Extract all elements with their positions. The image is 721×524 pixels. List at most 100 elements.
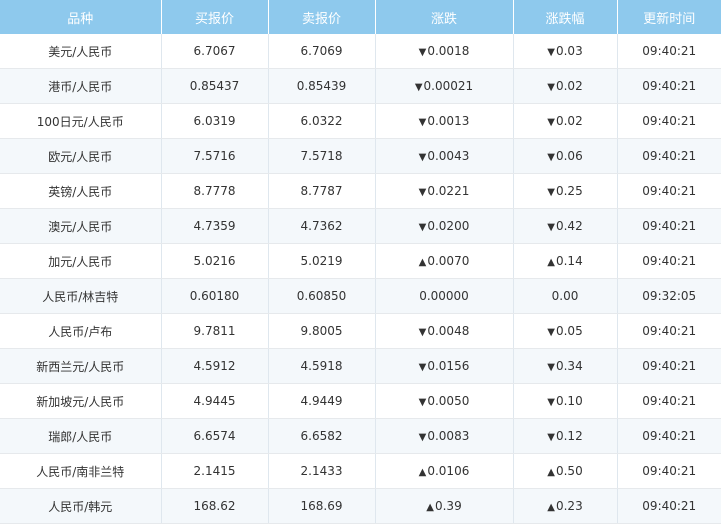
change-percent-cell-value: 0.34 bbox=[555, 359, 583, 373]
column-header-update-time: 更新时间 bbox=[617, 0, 721, 34]
change-cell-value: 0.0221 bbox=[427, 184, 470, 198]
ask-price-cell: 0.85439 bbox=[268, 68, 376, 104]
update-time-cell: 09:40:21 bbox=[617, 208, 721, 244]
change-percent-cell: ▼0.03 bbox=[513, 34, 618, 69]
change-percent-cell: ▼0.25 bbox=[513, 173, 618, 209]
currency-pair-cell: 新西兰元/人民币 bbox=[0, 348, 162, 384]
change-cell: ▼0.0050 bbox=[375, 383, 514, 419]
down-triangle-icon: ▼ bbox=[414, 82, 423, 93]
ask-price-cell: 0.60850 bbox=[268, 278, 376, 314]
change-percent-cell: ▲0.50 bbox=[513, 453, 618, 489]
change-cell: ▼0.0043 bbox=[375, 138, 514, 174]
change-percent-cell: ▼0.05 bbox=[513, 313, 618, 349]
currency-pair-cell: 100日元/人民币 bbox=[0, 103, 162, 139]
bid-price-cell: 6.7067 bbox=[161, 34, 269, 69]
currency-pair-cell: 瑞郎/人民币 bbox=[0, 418, 162, 454]
up-triangle-icon: ▲ bbox=[547, 467, 555, 478]
down-triangle-icon: ▼ bbox=[547, 82, 555, 93]
currency-pair-cell: 人民币/南非兰特 bbox=[0, 453, 162, 489]
table-row: 港币/人民币 0.85437 0.85439 ▼0.00021 ▼0.02 09:40:2… bbox=[0, 68, 721, 104]
change-cell: ▼0.0018 bbox=[375, 34, 514, 69]
change-cell-value: 0.0013 bbox=[427, 114, 470, 128]
currency-pair-cell: 英镑/人民币 bbox=[0, 173, 162, 209]
table-row: 澳元/人民币 4.7359 4.7362 ▼0.0200 ▼0.42 09:40:21 bbox=[0, 208, 721, 244]
update-time-cell: 09:40:21 bbox=[617, 348, 721, 384]
ask-price-cell: 6.6582 bbox=[268, 418, 376, 454]
change-cell: 0.00000 bbox=[375, 278, 514, 314]
table-row: 人民币/卢布 9.7811 9.8005 ▼0.0048 ▼0.05 09:40:21 bbox=[0, 313, 721, 349]
change-cell: ▼0.00021 bbox=[375, 68, 514, 104]
change-cell-value: 0.0200 bbox=[427, 219, 470, 233]
change-percent-cell-value: 0.10 bbox=[555, 394, 583, 408]
column-header-bid: 买报价 bbox=[161, 0, 269, 34]
ask-price-cell: 7.5718 bbox=[268, 138, 376, 174]
up-triangle-icon: ▲ bbox=[547, 502, 555, 513]
change-cell-value: 0.0156 bbox=[427, 359, 470, 373]
change-percent-cell-value: 0.25 bbox=[555, 184, 583, 198]
currency-pair-cell: 美元/人民币 bbox=[0, 34, 162, 69]
down-triangle-icon: ▼ bbox=[418, 362, 427, 373]
currency-pair-cell: 人民币/林吉特 bbox=[0, 278, 162, 314]
change-cell-value: 0.0070 bbox=[427, 254, 470, 268]
update-time-cell: 09:40:21 bbox=[617, 173, 721, 209]
change-cell-value: 0.0048 bbox=[427, 324, 470, 338]
down-triangle-icon: ▼ bbox=[547, 362, 555, 373]
up-triangle-icon: ▲ bbox=[547, 257, 555, 268]
table-row: 英镑/人民币 8.7778 8.7787 ▼0.0221 ▼0.25 09:40:21 bbox=[0, 173, 721, 209]
bid-price-cell: 7.5716 bbox=[161, 138, 269, 174]
change-cell: ▼0.0048 bbox=[375, 313, 514, 349]
update-time-cell: 09:40:21 bbox=[617, 313, 721, 349]
change-percent-cell-value: 0.06 bbox=[555, 149, 583, 163]
currency-pair-cell: 澳元/人民币 bbox=[0, 208, 162, 244]
table-row: 新西兰元/人民币 4.5912 4.5918 ▼0.0156 ▼0.34 09:40:21 bbox=[0, 348, 721, 384]
change-percent-cell-value: 0.42 bbox=[555, 219, 583, 233]
bid-price-cell: 4.9445 bbox=[161, 383, 269, 419]
change-cell-value: 0.0043 bbox=[427, 149, 470, 163]
change-percent-cell: 0.00 bbox=[513, 278, 618, 314]
update-time-cell: 09:40:21 bbox=[617, 68, 721, 104]
table-row: 人民币/林吉特 0.60180 0.60850 0.00000 0.00 09:32:05 bbox=[0, 278, 721, 314]
update-time-cell: 09:32:05 bbox=[617, 278, 721, 314]
ask-price-cell: 6.7069 bbox=[268, 34, 376, 69]
table-row: 100日元/人民币 6.0319 6.0322 ▼0.0013 ▼0.02 09:40:2… bbox=[0, 103, 721, 139]
change-percent-cell-value: 0.05 bbox=[555, 324, 583, 338]
change-cell: ▲0.0070 bbox=[375, 243, 514, 279]
down-triangle-icon: ▼ bbox=[547, 432, 555, 443]
down-triangle-icon: ▼ bbox=[418, 187, 427, 198]
update-time-cell: 09:40:21 bbox=[617, 243, 721, 279]
change-cell: ▲0.0106 bbox=[375, 453, 514, 489]
up-triangle-icon: ▲ bbox=[418, 467, 427, 478]
change-percent-cell-value: 0.50 bbox=[555, 464, 583, 478]
change-percent-cell: ▼0.02 bbox=[513, 103, 618, 139]
exchange-rate-table: 品种 买报价 卖报价 涨跌 涨跌幅 更新时间 美元/人民币 6.7067 6.706… bbox=[0, 0, 721, 524]
currency-pair-cell: 人民币/卢布 bbox=[0, 313, 162, 349]
ask-price-cell: 8.7787 bbox=[268, 173, 376, 209]
change-percent-cell-value: 0.02 bbox=[555, 79, 583, 93]
down-triangle-icon: ▼ bbox=[547, 117, 555, 128]
change-percent-cell: ▼0.10 bbox=[513, 383, 618, 419]
down-triangle-icon: ▼ bbox=[418, 222, 427, 233]
change-percent-cell-value: 0.03 bbox=[555, 44, 583, 58]
change-percent-cell: ▼0.34 bbox=[513, 348, 618, 384]
down-triangle-icon: ▼ bbox=[547, 152, 555, 163]
change-percent-cell: ▲0.23 bbox=[513, 488, 618, 524]
column-header-ask: 卖报价 bbox=[268, 0, 376, 34]
update-time-cell: 09:40:21 bbox=[617, 418, 721, 454]
down-triangle-icon: ▼ bbox=[418, 117, 427, 128]
ask-price-cell: 2.1433 bbox=[268, 453, 376, 489]
change-percent-cell-value: 0.02 bbox=[555, 114, 583, 128]
down-triangle-icon: ▼ bbox=[547, 47, 555, 58]
change-percent-cell: ▲0.14 bbox=[513, 243, 618, 279]
bid-price-cell: 6.6574 bbox=[161, 418, 269, 454]
up-triangle-icon: ▲ bbox=[418, 257, 427, 268]
change-cell: ▼0.0221 bbox=[375, 173, 514, 209]
table-row: 美元/人民币 6.7067 6.7069 ▼0.0018 ▼0.03 09:40:21 bbox=[0, 34, 721, 69]
change-percent-cell-value: 0.14 bbox=[555, 254, 583, 268]
change-cell: ▼0.0013 bbox=[375, 103, 514, 139]
change-cell-value: 0.0106 bbox=[427, 464, 470, 478]
bid-price-cell: 6.0319 bbox=[161, 103, 269, 139]
table-row: 新加坡元/人民币 4.9445 4.9449 ▼0.0050 ▼0.10 09:40:21 bbox=[0, 383, 721, 419]
ask-price-cell: 4.9449 bbox=[268, 383, 376, 419]
bid-price-cell: 0.60180 bbox=[161, 278, 269, 314]
column-header-pair: 品种 bbox=[0, 0, 162, 34]
